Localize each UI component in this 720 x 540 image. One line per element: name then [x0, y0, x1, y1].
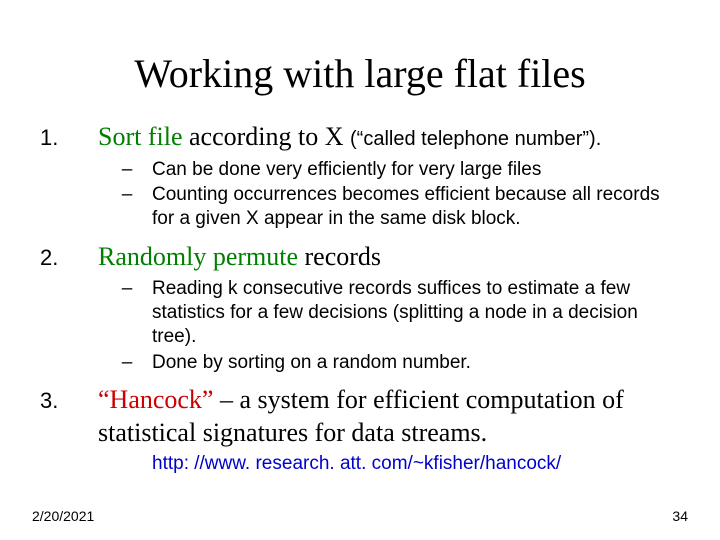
footer-page-number: 34: [672, 508, 688, 524]
item-text-rest: according to X: [183, 122, 351, 151]
highlight-green: Randomly permute: [98, 242, 298, 271]
sublist-item: – Done by sorting on a random number.: [102, 351, 680, 375]
list-row: 2. Randomly permute records: [40, 241, 680, 274]
list-item: 1. Sort file according to X (“called tel…: [40, 121, 680, 231]
sublist-item: – Reading k consecutive records suffices…: [102, 277, 680, 348]
item-text: “Hancock” – a system for efficient compu…: [98, 384, 680, 449]
list-item: 3. “Hancock” – a system for efficient co…: [40, 384, 680, 475]
item-number: 2.: [40, 245, 98, 271]
highlight-green: Sort file: [98, 122, 183, 151]
item-number: 3.: [40, 388, 98, 414]
url-text: http: //www. research. att. com/~kfisher…: [152, 453, 680, 475]
item-text-rest: records: [298, 242, 381, 271]
sublist: – Can be done very efficiently for very …: [40, 158, 680, 231]
sub-text: Done by sorting on a random number.: [152, 351, 680, 375]
dash-icon: –: [102, 351, 152, 375]
list-row: 3. “Hancock” – a system for efficient co…: [40, 384, 680, 449]
list-item: 2. Randomly permute records – Reading k …: [40, 241, 680, 375]
dash-icon: –: [102, 277, 152, 348]
item-text: Sort file according to X (“called teleph…: [98, 121, 601, 154]
sublist: – Reading k consecutive records suffices…: [40, 277, 680, 374]
footer-date: 2/20/2021: [32, 508, 94, 524]
numbered-list: 1. Sort file according to X (“called tel…: [40, 121, 680, 475]
dash-icon: –: [102, 158, 152, 182]
slide-title: Working with large flat files: [40, 50, 680, 97]
sub-text: Can be done very efficiently for very la…: [152, 158, 680, 182]
sublist-item: – Counting occurrences becomes efficient…: [102, 183, 680, 231]
item-text: Randomly permute records: [98, 241, 381, 274]
item-number: 1.: [40, 125, 98, 151]
slide: Working with large flat files 1. Sort fi…: [0, 0, 720, 540]
highlight-red: “Hancock”: [98, 385, 213, 414]
item-text-paren: (“called telephone number”).: [350, 128, 601, 150]
dash-icon: –: [102, 183, 152, 231]
sublist-item: – Can be done very efficiently for very …: [102, 158, 680, 182]
sub-text: Reading k consecutive records suffices t…: [152, 277, 680, 348]
list-row: 1. Sort file according to X (“called tel…: [40, 121, 680, 154]
sub-text: Counting occurrences becomes efficient b…: [152, 183, 680, 231]
